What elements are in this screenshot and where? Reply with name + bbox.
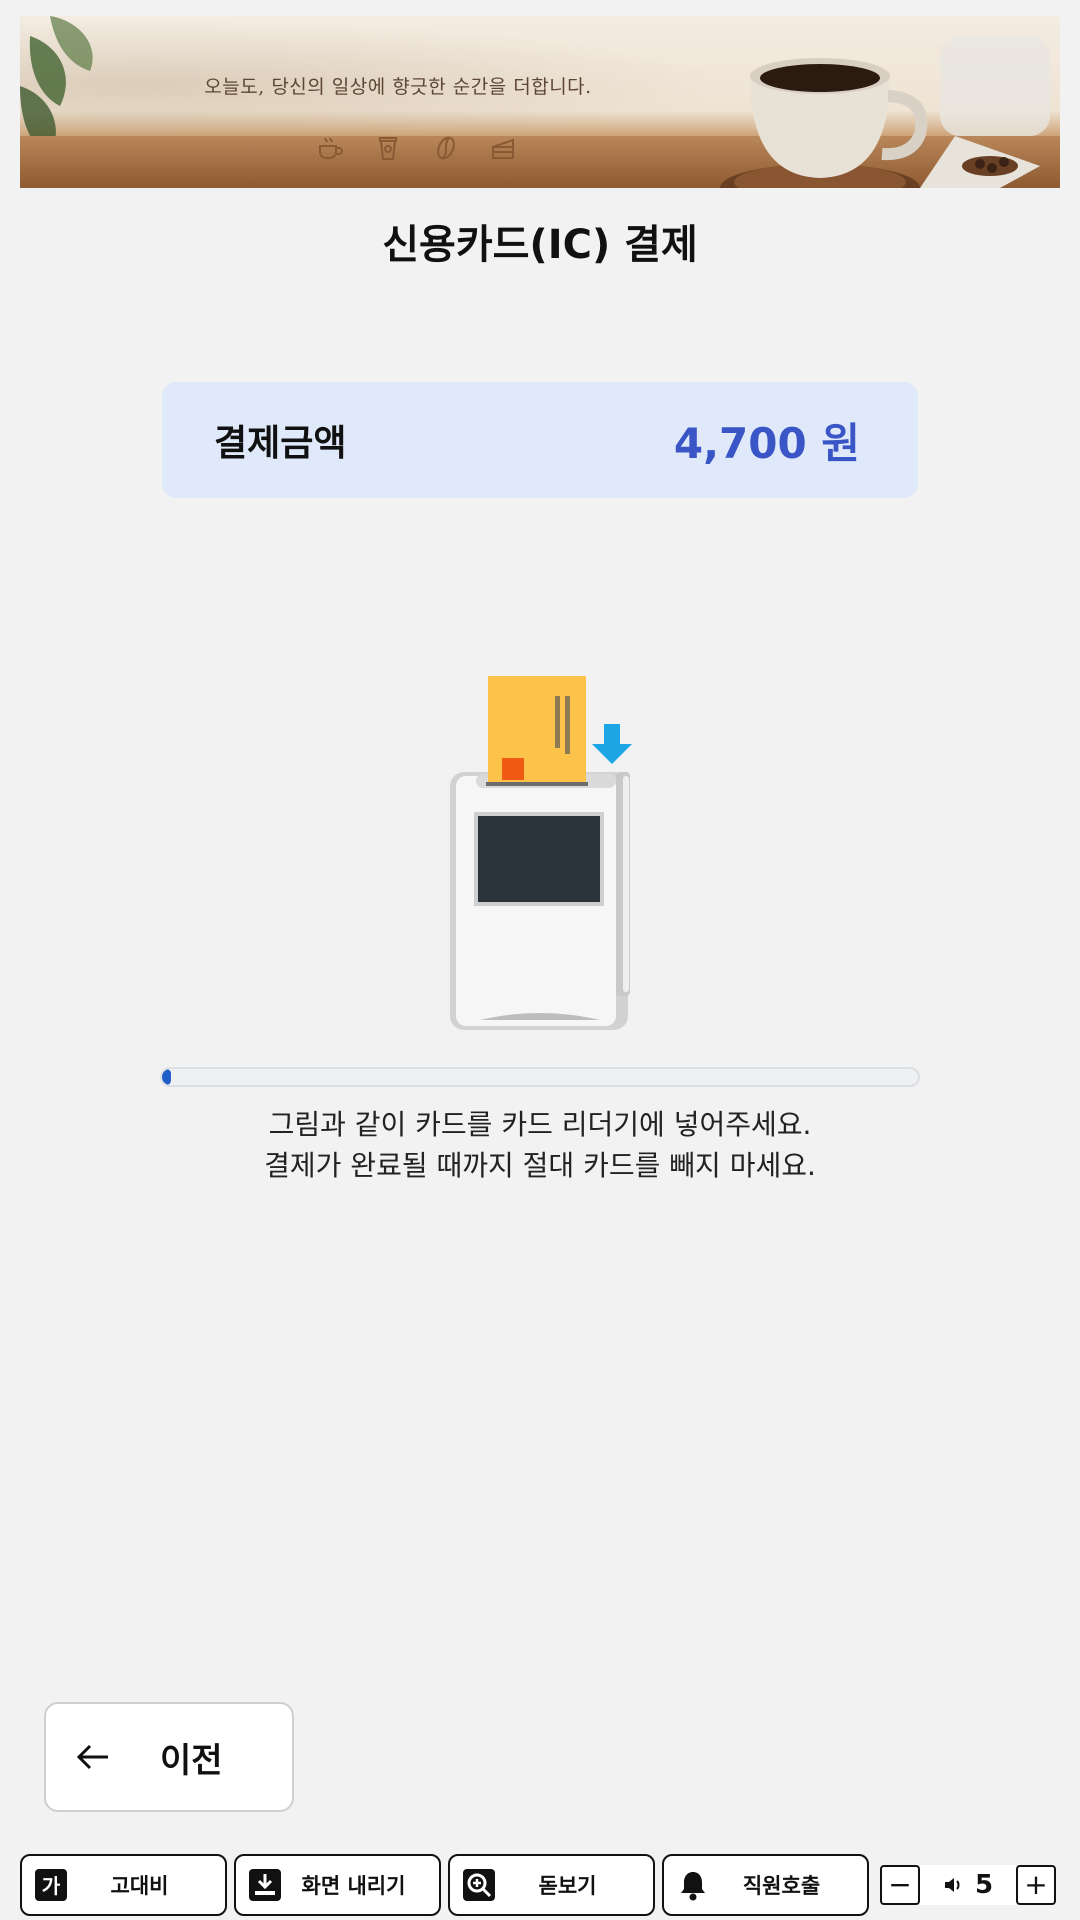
back-button-label: 이전: [160, 1740, 223, 1781]
bell-icon: [676, 1868, 710, 1902]
high-contrast-icon: 가: [34, 1868, 68, 1902]
coffee-cup-icon: [316, 134, 344, 162]
accessibility-toolbar: 가 고대비 화면 내리기 돋보기 직원호출 − 5 +: [0, 1854, 1080, 1916]
call-staff-button[interactable]: 직원호출: [662, 1854, 869, 1916]
payment-progress-fill: [162, 1069, 172, 1085]
card-reader-illustration: [450, 676, 632, 1030]
volume-control: − 5 +: [880, 1860, 1056, 1910]
payment-amount-value: 4,700 원: [673, 418, 860, 468]
coffee-bean-icon: [432, 134, 460, 162]
lower-screen-label: 화면 내리기: [301, 1874, 406, 1898]
banner-tagline: 오늘도, 당신의 일상에 향긋한 순간을 더합니다.: [204, 76, 592, 98]
magnifier-icon: [462, 1868, 496, 1902]
lower-screen-icon: [248, 1868, 282, 1902]
payment-instructions: 그림과 같이 카드를 카드 리더기에 넣어주세요. 결제가 완료될 때까지 절대…: [0, 1104, 1080, 1186]
magnifier-label: 돋보기: [538, 1874, 597, 1898]
back-button[interactable]: 이전: [44, 1702, 294, 1812]
instruction-line-1: 그림과 같이 카드를 카드 리더기에 넣어주세요.: [268, 1108, 812, 1141]
lower-screen-button[interactable]: 화면 내리기: [234, 1854, 441, 1916]
magnifier-button[interactable]: 돋보기: [448, 1854, 655, 1916]
coffee-cup-image: [720, 58, 928, 188]
volume-up-button[interactable]: +: [1016, 1865, 1056, 1905]
payment-amount-label: 결제금액: [214, 423, 347, 464]
instruction-line-2: 결제가 완료될 때까지 절대 카드를 빼지 마세요.: [264, 1149, 816, 1182]
volume-level: 5: [974, 1870, 994, 1900]
arrow-left-icon: [76, 1744, 108, 1770]
speaker-icon: [944, 1878, 960, 1892]
glass-vase-image: [920, 36, 1050, 188]
page-title: 신용카드(IC) 결제: [382, 222, 698, 268]
cake-slice-icon: [490, 134, 518, 162]
takeout-cup-icon: [374, 134, 402, 162]
call-staff-label: 직원호출: [742, 1874, 821, 1898]
promo-banner: 오늘도, 당신의 일상에 향긋한 순간을 더합니다.: [20, 16, 1060, 188]
payment-progress-bar: [160, 1067, 920, 1087]
payment-amount-box: 결제금액 4,700 원: [162, 382, 918, 498]
svg-text:가: 가: [42, 1874, 61, 1898]
volume-down-button[interactable]: −: [880, 1865, 920, 1905]
high-contrast-button[interactable]: 가 고대비: [20, 1854, 227, 1916]
high-contrast-label: 고대비: [110, 1874, 169, 1898]
